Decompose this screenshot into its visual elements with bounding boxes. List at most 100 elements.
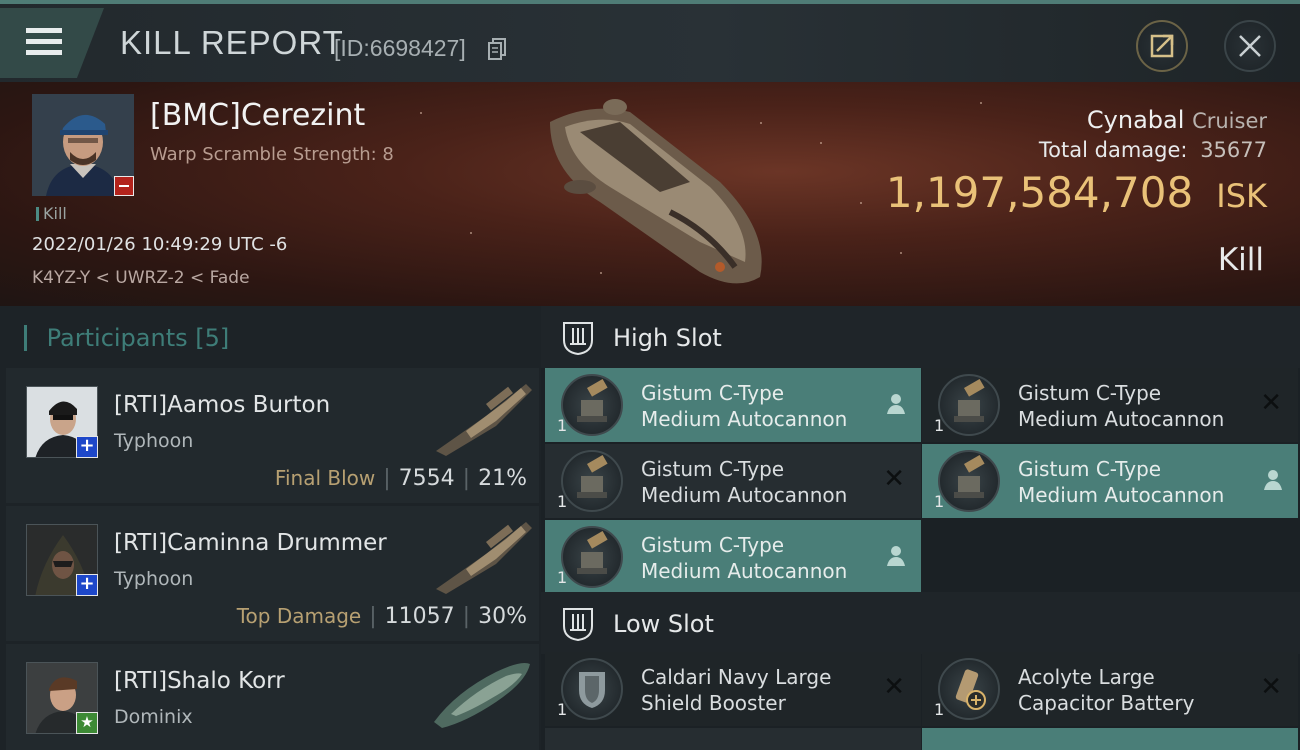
total-damage: Total damage: 35677 [1039, 138, 1267, 162]
low-slot-title: Low Slot [613, 610, 714, 638]
module-name: Gistum C-Type Medium Autocannon [1018, 381, 1225, 431]
isk-unit: ISK [1216, 177, 1267, 215]
module-qty: 1 [557, 492, 568, 511]
high-slot-title: High Slot [613, 324, 722, 352]
module-qty: 1 [557, 700, 568, 719]
hamburger-icon [26, 28, 62, 33]
participant-percent: 30% [478, 604, 527, 629]
module-item[interactable]: 1 Gistum C-Type Medium Autocannon [545, 368, 921, 442]
high-slot-icon [563, 322, 593, 356]
module-item[interactable]: 1 Gistum C-Type Medium Autocannon [922, 444, 1298, 518]
hamburger-icon-bar [26, 39, 62, 44]
autocannon-icon [561, 526, 623, 588]
title-bar: KILL REPORT [ID:6698427] [0, 0, 1300, 82]
destroyed-icon: ✕ [883, 464, 905, 494]
kill-tag: Kill [36, 204, 67, 223]
module-name: Gistum C-Type Medium Autocannon [641, 381, 848, 431]
module-item[interactable] [922, 728, 1298, 750]
module-item[interactable]: 1 Acolyte Large Capacitor Battery ✕ [922, 652, 1298, 726]
fittings-panel: High Slot 1 Gistum C-Type Medium Autocann… [541, 306, 1300, 750]
module-name: Caldari Navy Large Shield Booster [641, 665, 832, 715]
participant-percent: 21% [478, 466, 527, 491]
ship-name: Cynabal [1086, 106, 1185, 134]
participant-tag: Top Damage [236, 604, 362, 628]
module-qty: 1 [934, 416, 945, 435]
module-name: Gistum C-Type Medium Autocannon [1018, 457, 1225, 507]
participant-stats: Top Damage | 11057 | 30% [236, 604, 527, 629]
participants-header: Participants [5] [24, 324, 230, 352]
participant-ship: Typhoon [114, 568, 194, 590]
participant-name: [RTI]Caminna Drummer [114, 530, 387, 556]
module-name: Gistum C-Type Medium Autocannon [641, 533, 848, 583]
isk-amount: 1,197,584,708 [885, 168, 1194, 217]
participant-ship-image [436, 522, 532, 594]
participant-row[interactable]: + [RTI]Caminna Drummer Typhoon Top Damag… [6, 506, 539, 641]
autocannon-icon [938, 374, 1000, 436]
corp-badge: + [76, 436, 98, 458]
total-damage-label: Total damage: [1038, 138, 1188, 162]
pilot-icon [1264, 470, 1282, 490]
participant-row[interactable]: + [RTI]Aamos Burton Typhoon Final Blow | 7… [6, 368, 539, 503]
shield-booster-icon [561, 658, 623, 720]
corp-badge: ★ [76, 712, 98, 734]
low-slot-icon [563, 608, 593, 642]
high-slot-header: High Slot [541, 306, 1300, 368]
kill-location[interactable]: K4YZ-Y < UWRZ-2 < Fade [32, 268, 250, 288]
hamburger-icon-bar [26, 50, 62, 55]
low-slot-header: Low Slot [541, 592, 1300, 654]
destroyed-icon: ✕ [1260, 388, 1282, 418]
participant-name: [RTI]Shalo Korr [114, 668, 285, 694]
module-qty: 1 [557, 568, 568, 587]
participant-ship-image [434, 663, 530, 728]
module-item[interactable]: 1 Gistum C-Type Medium Autocannon [545, 520, 921, 594]
corp-badge: + [76, 574, 98, 596]
capacitor-battery-icon [938, 658, 1000, 720]
destroyed-icon: ✕ [1260, 672, 1282, 702]
pilot-icon [887, 546, 905, 566]
close-icon [1239, 35, 1261, 57]
participant-name: [RTI]Aamos Burton [114, 392, 331, 418]
module-item[interactable]: 1 Gistum C-Type Medium Autocannon ✕ [922, 368, 1298, 442]
participants-label: Participants [46, 324, 188, 352]
participant-tag: Final Blow [274, 466, 376, 490]
share-button[interactable] [1136, 20, 1188, 72]
participants-count: [5] [195, 324, 230, 352]
participant-stats: Final Blow | 7554 | 21% [274, 466, 527, 491]
victim-subtitle: Warp Scramble Strength: 8 [150, 144, 394, 165]
isk-value: 1,197,584,708 ISK [886, 168, 1267, 217]
participant-damage: 7554 [398, 466, 455, 491]
autocannon-icon [938, 450, 1000, 512]
module-item[interactable]: 1 Gistum C-Type Medium Autocannon ✕ [545, 444, 921, 518]
page-title: KILL REPORT [120, 24, 344, 61]
participants-panel: Participants [5] + [RTI]Aamos Burton Typ… [0, 306, 541, 750]
module-qty: 1 [557, 416, 568, 435]
victim-ship-name[interactable]: Cynabal Cruiser [1087, 106, 1267, 134]
kill-result: Kill [1217, 242, 1264, 278]
ship-class: Cruiser [1192, 109, 1267, 133]
module-name: Gistum C-Type Medium Autocannon [641, 457, 848, 507]
destroyed-icon: ✕ [883, 672, 905, 702]
victim-ship-image[interactable] [520, 92, 780, 292]
module-item[interactable] [545, 728, 921, 750]
pilot-icon [887, 394, 905, 414]
participant-damage: 11057 [384, 604, 455, 629]
autocannon-icon [561, 450, 623, 512]
participant-ship: Typhoon [114, 430, 194, 452]
participant-ship: Dominix [114, 706, 193, 728]
module-item[interactable]: 1 Caldari Navy Large Shield Booster ✕ [545, 652, 921, 726]
close-button[interactable] [1224, 20, 1276, 72]
report-id: [ID:6698427] [334, 35, 466, 61]
kill-datetime: 2022/01/26 10:49:29 UTC -6 [32, 234, 288, 255]
module-qty: 1 [934, 700, 945, 719]
module-name: Acolyte Large Capacitor Battery [1018, 665, 1195, 715]
total-damage-value: 35677 [1200, 138, 1267, 162]
menu-button[interactable] [0, 8, 104, 78]
external-link-icon [1150, 34, 1174, 58]
hostile-badge [114, 176, 134, 196]
participant-ship-image [436, 384, 532, 456]
copy-icon[interactable] [488, 38, 506, 60]
victim-banner: [BMC]Cerezint Warp Scramble Strength: 8 … [0, 82, 1300, 306]
participant-row[interactable]: ★ [RTI]Shalo Korr Dominix [6, 644, 539, 750]
module-qty: 1 [934, 492, 945, 511]
victim-name[interactable]: [BMC]Cerezint [150, 98, 365, 133]
